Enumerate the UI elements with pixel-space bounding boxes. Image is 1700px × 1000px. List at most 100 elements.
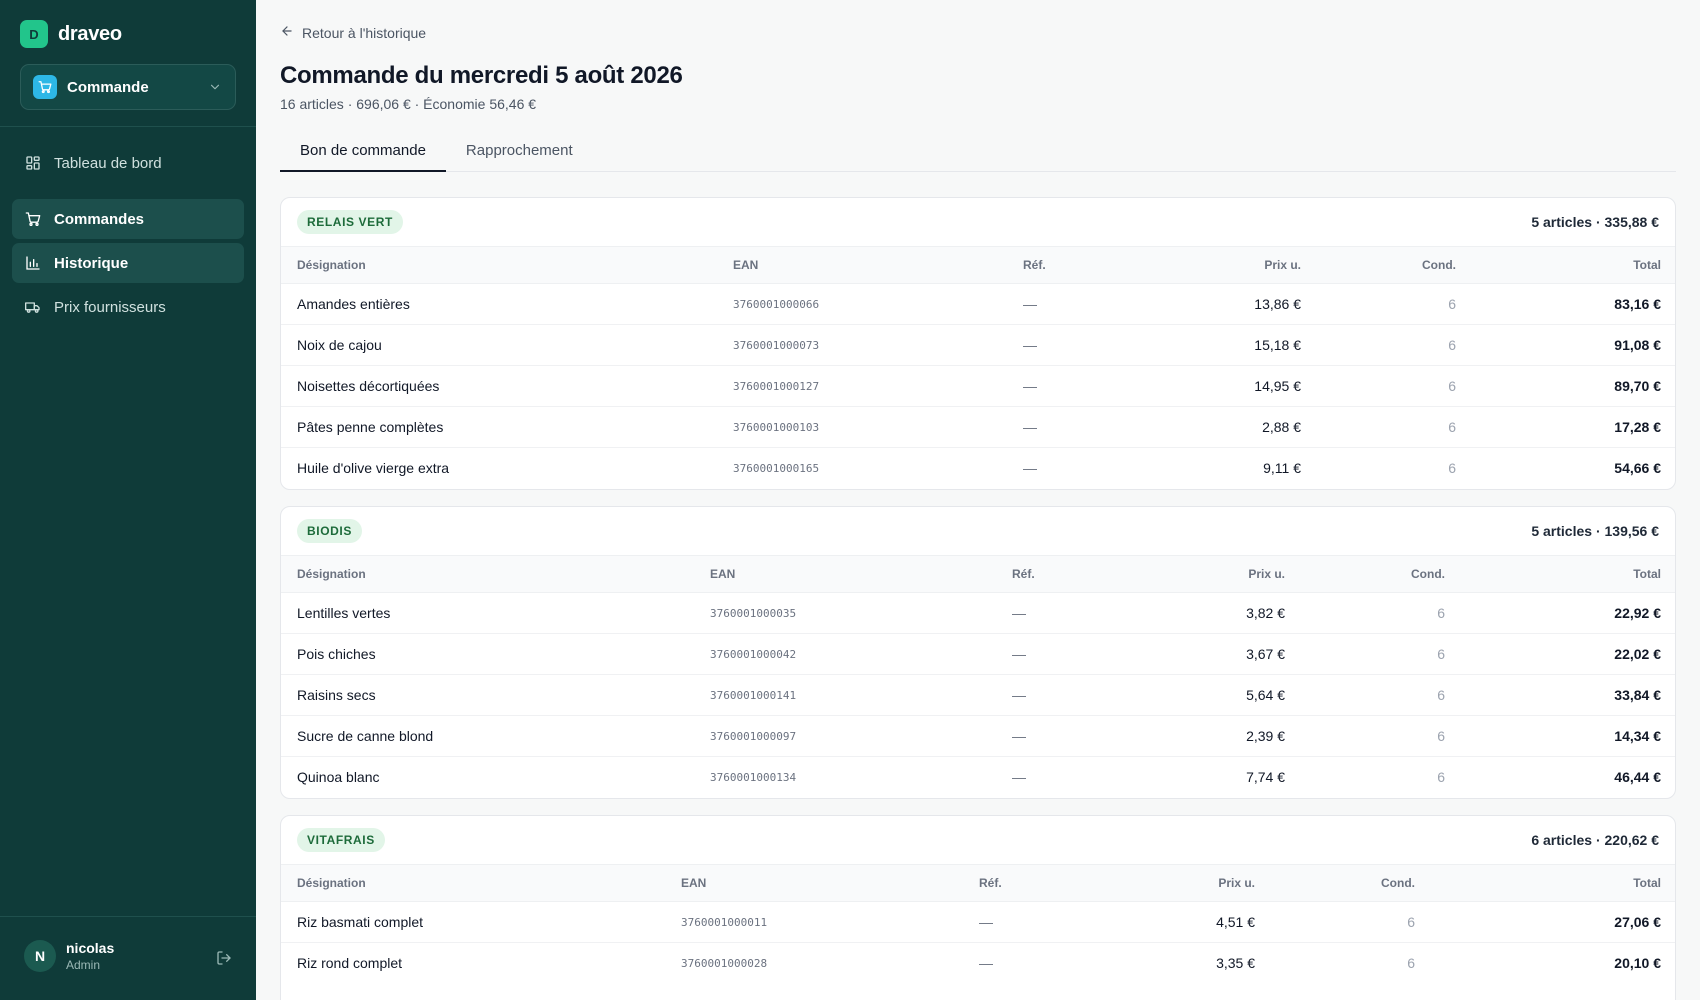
table-row: Huile d'olive vierge extra 3760001000165 —… xyxy=(281,448,1675,489)
sidebar-item-label: Prix fournisseurs xyxy=(54,298,166,316)
cell-ean: 3760001000028 xyxy=(681,956,768,970)
supplier-badge: VITAFRAIS xyxy=(297,828,385,852)
order-table: Désignation EAN Réf. Prix u. Cond. Total… xyxy=(281,555,1675,798)
cell-designation: Riz basmati complet xyxy=(281,901,665,943)
cell-ean: 3760001000097 xyxy=(694,715,996,757)
sidebar-divider xyxy=(0,916,256,917)
cell-price: 3,67 € xyxy=(1156,633,1301,675)
cell-ean: 3760001000011 xyxy=(665,901,963,943)
col-ean: EAN xyxy=(717,246,1007,284)
table-row: Noix de cajou 3760001000073—15,18 €6 91,08… xyxy=(281,324,1675,366)
cell-price: 4,51 € xyxy=(1126,901,1271,943)
brand[interactable]: D draveo xyxy=(20,20,122,48)
cell-total: 91,08 € xyxy=(1472,324,1675,366)
arrow-left-icon xyxy=(280,24,294,41)
sidebar-divider xyxy=(0,126,256,127)
cell-designation: Huile d'olive vierge extra xyxy=(297,460,450,477)
col-price: Prix u. xyxy=(1156,555,1301,593)
cell-ref: — xyxy=(996,633,1156,675)
cell-ref: — xyxy=(1012,769,1026,786)
truck-icon xyxy=(24,298,42,316)
cell-price: 2,39 € xyxy=(1156,715,1301,757)
logout-icon[interactable] xyxy=(214,948,234,968)
cell-price: 3,82 € xyxy=(1156,592,1301,634)
cell-ean: 3760001000035 xyxy=(694,592,996,634)
cell-designation: Lentilles vertes xyxy=(281,592,694,634)
col-cond: Cond. xyxy=(1271,864,1431,902)
table-row: Raisins secs 3760001000141—5,64 €6 33,84 € xyxy=(281,674,1675,716)
cell-ean: 3760001000127 xyxy=(717,365,1007,407)
chevron-down-icon xyxy=(207,79,223,95)
cell-total: 20,10 € xyxy=(1614,955,1661,972)
col-total: Total xyxy=(1431,864,1675,902)
context-switcher[interactable]: Commande xyxy=(20,64,236,110)
table-row: Noisettes décortiquées 3760001000127—14,9… xyxy=(281,365,1675,407)
cell-ref: — xyxy=(963,901,1126,943)
col-price: Prix u. xyxy=(1126,864,1271,902)
supplier-badge: BIODIS xyxy=(297,519,362,543)
cell-total: 46,44 € xyxy=(1614,769,1661,786)
table-row: Pâtes penne complètes 3760001000103—2,88 … xyxy=(281,406,1675,448)
sidebar-item-dashboard[interactable]: Tableau de bord xyxy=(12,143,244,183)
cell-designation: Pâtes penne complètes xyxy=(281,406,717,448)
sidebar-item-label: Tableau de bord xyxy=(54,154,162,172)
cell-total: 83,16 € xyxy=(1472,283,1675,325)
sidebar-item-label: Historique xyxy=(54,254,129,272)
table-header-row: Désignation EAN Réf. Prix u. Cond. Total xyxy=(281,246,1675,284)
cell-designation: Noisettes décortiquées xyxy=(281,365,717,407)
cell-cond: 6 xyxy=(1407,955,1415,972)
cell-ref: — xyxy=(1023,460,1037,477)
cell-ean: 3760001000066 xyxy=(717,283,1007,325)
supplier-summary: 5 articles · 139,56 € xyxy=(1531,523,1659,539)
cell-cond: 6 xyxy=(1301,592,1461,634)
cell-cond: 6 xyxy=(1271,901,1431,943)
order-table: Désignation EAN Réf. Prix u. Cond. Total… xyxy=(281,864,1675,984)
tab-purchase-order[interactable]: Bon de commande xyxy=(280,136,446,172)
table-row: Amandes entières 3760001000066—13,86 €6 83… xyxy=(281,283,1675,325)
user-role: Admin xyxy=(66,958,101,972)
cell-cond: 6 xyxy=(1317,406,1472,448)
supplier-card-header: BIODIS 5 articles · 139,56 € xyxy=(281,507,1675,555)
supplier-summary: 5 articles · 335,88 € xyxy=(1531,214,1659,230)
table-row: Lentilles vertes 3760001000035—3,82 €6 22,… xyxy=(281,592,1675,634)
cell-cond: 6 xyxy=(1317,365,1472,407)
cell-total: 22,92 € xyxy=(1461,592,1675,634)
table-row: Quinoa blanc 3760001000134 — 7,74 € 6 46,44 € xyxy=(281,757,1675,798)
user-name: nicolas xyxy=(66,940,115,956)
cell-ref: — xyxy=(1007,324,1167,366)
cell-cond: 6 xyxy=(1301,633,1461,675)
back-link[interactable]: Retour à l'historique xyxy=(280,24,426,41)
avatar: N xyxy=(24,940,56,972)
cell-cond: 6 xyxy=(1448,460,1456,477)
cell-price: 13,86 € xyxy=(1167,283,1317,325)
table-row: Riz rond complet 3760001000028 — 3,35 € 6 20,… xyxy=(281,943,1675,984)
cell-ref: — xyxy=(996,592,1156,634)
main-content: Retour à l'historique Commande du mercre… xyxy=(280,0,1676,1000)
table-row: Riz basmati complet 3760001000011—4,51 €6… xyxy=(281,901,1675,943)
cell-cond: 6 xyxy=(1317,283,1472,325)
supplier-card-header: VITAFRAIS 6 articles · 220,62 € xyxy=(281,816,1675,864)
sidebar-item-orders[interactable]: Commandes xyxy=(12,199,244,239)
sidebar-nav: Tableau de bord Commandes Historique Pri… xyxy=(12,143,244,331)
user-profile[interactable]: N nicolas Admin xyxy=(24,940,114,972)
cell-price: 15,18 € xyxy=(1167,324,1317,366)
page-title: Commande du mercredi 5 août 2026 xyxy=(280,62,683,89)
cell-ean: 3760001000103 xyxy=(717,406,1007,448)
cell-designation: Raisins secs xyxy=(281,674,694,716)
sidebar-item-label: Commandes xyxy=(54,210,145,228)
col-ref: Réf. xyxy=(996,555,1156,593)
col-designation: Désignation xyxy=(281,555,694,593)
cell-designation: Noix de cajou xyxy=(281,324,717,366)
cell-ean: 3760001000042 xyxy=(694,633,996,675)
page-subtitle: 16 articles · 696,06 € · Économie 56,46 … xyxy=(280,96,537,112)
cell-ref: — xyxy=(979,955,993,972)
table-header-row: Désignation EAN Réf. Prix u. Cond. Total xyxy=(281,864,1675,902)
cell-total: 14,34 € xyxy=(1461,715,1675,757)
cell-designation: Quinoa blanc xyxy=(297,769,380,786)
cell-ean: 3760001000141 xyxy=(694,674,996,716)
col-ref: Réf. xyxy=(963,864,1126,902)
cart-icon xyxy=(24,210,42,228)
sidebar-item-supplier-prices[interactable]: Prix fournisseurs xyxy=(12,287,244,327)
tab-reconciliation[interactable]: Rapprochement xyxy=(446,136,593,172)
sidebar-item-history[interactable]: Historique xyxy=(12,243,244,283)
